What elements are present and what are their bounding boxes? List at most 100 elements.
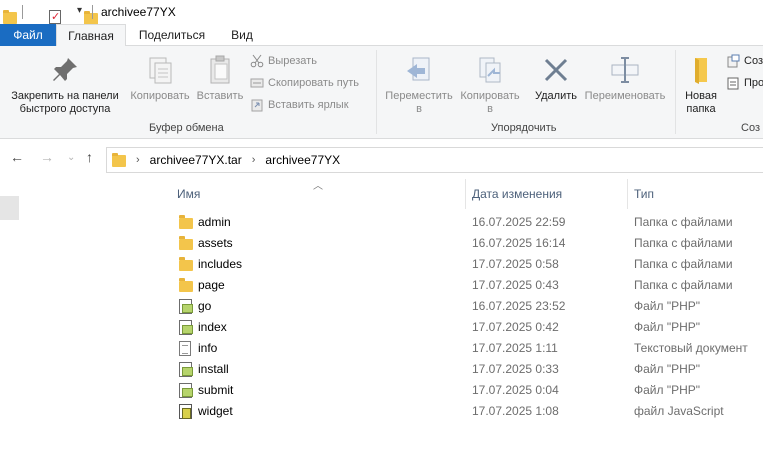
cut-label: Вырезать [268,55,317,67]
column-header-date[interactable]: Дата изменения [465,179,562,209]
file-row[interactable]: widget 17.07.2025 1:08 файл JavaScript [165,401,763,422]
paste-shortcut-icon [250,98,264,112]
delete-button[interactable]: Удалить [531,54,581,103]
properties-icon[interactable] [49,10,61,24]
new-item-button[interactable]: Соз [726,54,763,68]
file-name: page [198,278,225,292]
forward-arrow-icon[interactable]: → [40,149,54,165]
file-name: admin [198,215,231,229]
file-row[interactable]: page 17.07.2025 0:43 Папка с файлами [165,275,763,296]
php-file-icon [179,299,193,314]
ribbon-tabs: Файл Главная Поделиться Вид [0,24,763,47]
copy-to-icon [474,54,506,86]
file-row[interactable]: includes 17.07.2025 0:58 Папка с файлами [165,254,763,275]
cut-button[interactable]: Вырезать [250,54,317,68]
chevron-right-icon[interactable]: › [136,154,140,166]
file-name: assets [198,236,233,250]
copy-button[interactable]: Копировать [124,54,196,103]
delete-label: Удалить [535,90,577,102]
paste-shortcut-label: Вставить ярлык [268,99,349,111]
file-type: Папка с файлами [634,278,733,292]
back-arrow-icon[interactable]: ← [10,149,24,165]
navigation-pane-item[interactable] [0,196,19,220]
file-row[interactable]: info 17.07.2025 1:11 Текстовый документ [165,338,763,359]
tab-home[interactable]: Главная [56,24,126,47]
paste-shortcut-button[interactable]: Вставить ярлык [250,98,349,112]
new-folder-button[interactable]: Новая папка [680,54,722,116]
easy-access-button[interactable]: Про [726,76,763,90]
php-file-icon [179,362,193,377]
file-type: Файл "PHP" [634,383,701,397]
file-name: includes [198,257,243,271]
easy-access-icon [726,76,740,90]
new-folder-label: Новая папка [685,90,717,115]
rename-icon [609,54,641,86]
file-type: Папка с файлами [634,215,733,229]
file-date-modified: 17.07.2025 1:08 [472,404,559,418]
column-header-name[interactable]: Имя [170,179,200,209]
php-file-icon [179,383,193,398]
file-row[interactable]: install 17.07.2025 0:33 Файл "PHP" [165,359,763,380]
clipboard-group-label: Буфер обмена [149,122,224,134]
column-header-type[interactable]: Тип [627,179,654,209]
file-row[interactable]: admin 16.07.2025 22:59 Папка с файлами [165,212,763,233]
tab-share[interactable]: Поделиться [130,24,214,46]
copy-path-button[interactable]: Скопировать путь [250,76,359,90]
breadcrumb-archive-tar[interactable]: archivee77YX.tar [150,153,242,167]
file-type: Папка с файлами [634,236,733,250]
chevron-right-icon[interactable]: › [252,154,256,166]
js-file-icon [179,404,192,419]
file-date-modified: 17.07.2025 0:42 [472,320,559,334]
file-name: widget [198,404,233,418]
file-row[interactable]: index 17.07.2025 0:42 Файл "PHP" [165,317,763,338]
copy-icon [144,54,176,86]
file-type: Файл "PHP" [634,362,701,376]
scissors-icon [250,54,264,68]
folder-icon [179,215,193,229]
pin-label: Закрепить на панели быстрого доступа [11,90,119,115]
file-type: Текстовый документ [634,341,748,355]
tab-view[interactable]: Вид [220,24,264,46]
file-list: ︿ Имя Дата изменения Тип admin 16.07.2025… [165,179,763,464]
new-folder-icon [685,54,717,86]
window-title: archivee77YX [101,5,176,19]
easy-access-label: Про [744,77,763,89]
move-to-icon [403,54,435,86]
paste-label: Вставить [196,90,244,102]
rename-label: Переименовать [584,90,666,102]
php-file-icon [179,320,193,335]
new-item-icon [726,54,740,68]
folder-icon [179,278,193,292]
file-name: go [198,299,212,313]
customize-quick-access-icon[interactable]: ▾ [77,5,82,16]
file-date-modified: 16.07.2025 23:52 [472,299,566,313]
ribbon: Закрепить на панели быстрого доступа Коп… [0,46,763,139]
folder-icon [179,236,193,250]
divider [22,5,23,19]
copy-path-icon [250,76,264,90]
navigation-bar: ← → ⌄ ↑ › archivee77YX.tar › archivee77Y… [0,139,763,179]
folder-icon [179,257,193,271]
copy-to-button[interactable]: Копировать в [455,54,525,116]
file-date-modified: 17.07.2025 0:33 [472,362,559,376]
breadcrumb-archive-folder[interactable]: archivee77YX [265,153,340,167]
paste-icon [204,54,236,86]
move-to-button[interactable]: Переместить в [382,54,456,116]
recent-locations-chevron-icon[interactable]: ⌄ [67,152,75,163]
copy-label: Копировать [130,90,190,102]
delete-icon [540,54,572,86]
paste-button[interactable]: Вставить [194,54,246,103]
file-row[interactable]: go 16.07.2025 23:52 Файл "PHP" [165,296,763,317]
new-item-label: Соз [744,55,763,67]
rename-button[interactable]: Переименовать [581,54,669,103]
up-arrow-icon[interactable]: ↑ [86,149,93,165]
pin-icon [49,54,81,86]
tab-file[interactable]: Файл [0,24,56,46]
move-to-label: Переместить в [385,90,453,115]
file-row[interactable]: submit 17.07.2025 0:04 Файл "PHP" [165,380,763,401]
address-bar[interactable]: › archivee77YX.tar › archivee77YX [106,147,763,173]
file-name: info [198,341,218,355]
file-row[interactable]: assets 16.07.2025 16:14 Папка с файлами [165,233,763,254]
pin-quick-access-button[interactable]: Закрепить на панели быстрого доступа [4,54,126,116]
file-date-modified: 17.07.2025 0:04 [472,383,559,397]
